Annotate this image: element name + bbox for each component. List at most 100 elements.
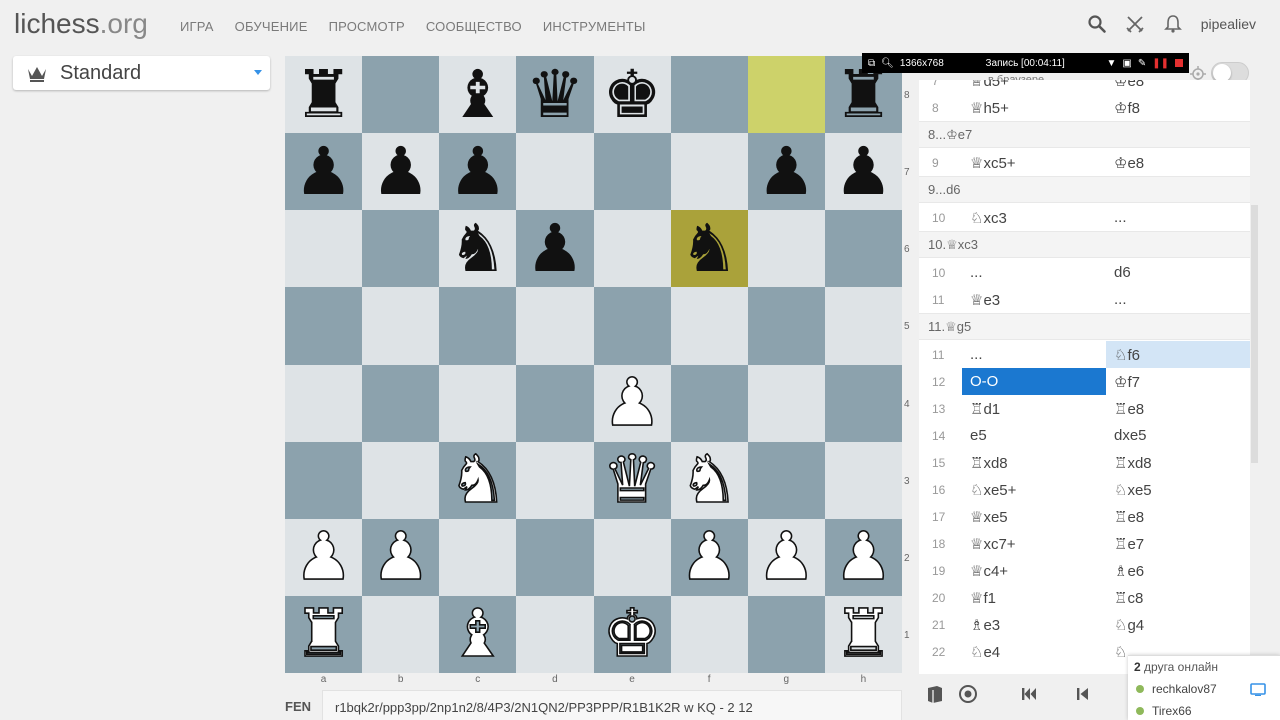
black-pawn-piece[interactable]: ♟ <box>294 138 353 205</box>
white-move[interactable]: ♕c4+ <box>962 557 1106 584</box>
black-move[interactable]: ♔f8 <box>1106 94 1250 121</box>
pause-icon[interactable]: ❚❚ <box>1152 58 1169 69</box>
book-icon[interactable] <box>925 684 945 704</box>
crossed-swords-icon[interactable] <box>1125 14 1145 34</box>
black-move[interactable]: ♘g4 <box>1106 611 1250 638</box>
black-knight-piece[interactable]: ♞ <box>448 215 507 282</box>
square-h2[interactable]: ♟ <box>824 518 902 596</box>
black-pawn-piece[interactable]: ♟ <box>371 138 430 205</box>
white-pawn-piece[interactable]: ♟ <box>833 523 894 591</box>
nav-item-learn[interactable]: ОБУЧЕНИЕ <box>235 19 308 34</box>
prev-move-icon[interactable] <box>1073 684 1093 704</box>
square-b2[interactable]: ♟ <box>362 518 440 596</box>
friend-item[interactable]: Tirex66 <box>1136 704 1192 718</box>
white-rook-piece[interactable]: ♜ <box>293 600 354 668</box>
square-h7[interactable]: ♟ <box>824 133 902 211</box>
square-b5[interactable] <box>362 287 440 365</box>
black-move[interactable]: ♖c8 <box>1106 584 1250 611</box>
square-g6[interactable] <box>747 210 825 288</box>
site-logo[interactable]: lichess.org <box>14 8 148 40</box>
white-move[interactable]: ♘xe5+ <box>962 476 1106 503</box>
white-move[interactable]: ♕d5+ <box>962 80 1106 94</box>
white-move[interactable]: ♗e3 <box>962 611 1106 638</box>
square-d5[interactable] <box>516 287 594 365</box>
square-f3[interactable]: ♞ <box>670 441 748 519</box>
square-a7[interactable]: ♟ <box>285 133 363 211</box>
move-variation-line[interactable]: 9...d6 <box>919 176 1250 203</box>
nav-item-watch[interactable]: ПРОСМОТР <box>329 19 405 34</box>
stop-icon[interactable] <box>1175 59 1184 67</box>
pen-icon[interactable]: ✎ <box>1138 58 1146 69</box>
square-e7[interactable] <box>593 133 671 211</box>
white-pawn-piece[interactable]: ♟ <box>679 523 740 591</box>
black-move[interactable]: ♖e7 <box>1106 530 1250 557</box>
move-variation-line[interactable]: 8...♔e7 <box>919 121 1250 148</box>
square-c2[interactable] <box>439 518 517 596</box>
square-c6[interactable]: ♞ <box>439 210 517 288</box>
black-pawn-piece[interactable]: ♟ <box>525 215 584 282</box>
white-bishop-piece[interactable]: ♝ <box>447 600 508 668</box>
square-a1[interactable]: ♜ <box>285 595 363 673</box>
square-e2[interactable] <box>593 518 671 596</box>
white-knight-piece[interactable]: ♞ <box>679 446 740 514</box>
black-move[interactable]: dxe5 <box>1106 422 1250 449</box>
square-e8[interactable]: ♚ <box>593 56 671 134</box>
nav-item-tools[interactable]: ИНСТРУМЕНТЫ <box>543 19 646 34</box>
white-move[interactable]: ♘xc3 <box>962 204 1106 231</box>
friend-item[interactable]: rechkalov87 <box>1136 682 1217 696</box>
square-d2[interactable] <box>516 518 594 596</box>
square-a3[interactable] <box>285 441 363 519</box>
move-list-scrollbar[interactable] <box>1251 205 1258 463</box>
square-b1[interactable] <box>362 595 440 673</box>
square-c1[interactable]: ♝ <box>439 595 517 673</box>
square-d4[interactable] <box>516 364 594 442</box>
zoom-icon[interactable]: 🔍︎ <box>881 58 894 69</box>
square-f5[interactable] <box>670 287 748 365</box>
target-icon[interactable] <box>958 684 978 704</box>
fen-input[interactable]: r1bqk2r/ppp3pp/2np1n2/8/4P3/2N1QN2/PP3PP… <box>322 690 902 720</box>
black-bishop-piece[interactable]: ♝ <box>448 61 507 128</box>
user-menu[interactable]: pipealiev <box>1201 16 1256 32</box>
square-c5[interactable] <box>439 287 517 365</box>
square-g3[interactable] <box>747 441 825 519</box>
square-g4[interactable] <box>747 364 825 442</box>
black-move[interactable]: ♘f6 <box>1106 341 1250 368</box>
square-h1[interactable]: ♜ <box>824 595 902 673</box>
square-g7[interactable]: ♟ <box>747 133 825 211</box>
white-move[interactable]: ♖d1 <box>962 395 1106 422</box>
black-move[interactable]: ♔e8 <box>1106 149 1250 176</box>
nav-item-play[interactable]: ИГРА <box>180 19 214 34</box>
move-variation-line[interactable]: 11.♕g5 <box>919 313 1250 340</box>
square-b4[interactable] <box>362 364 440 442</box>
white-move[interactable]: ♖xd8 <box>962 449 1106 476</box>
square-d7[interactable] <box>516 133 594 211</box>
white-move[interactable]: ♘e4 <box>962 638 1106 665</box>
white-move[interactable]: ... <box>962 341 1106 368</box>
square-c8[interactable]: ♝ <box>439 56 517 134</box>
square-b7[interactable]: ♟ <box>362 133 440 211</box>
square-a2[interactable]: ♟ <box>285 518 363 596</box>
white-knight-piece[interactable]: ♞ <box>447 446 508 514</box>
white-move[interactable]: O-O <box>962 368 1106 395</box>
first-move-icon[interactable] <box>1019 684 1039 704</box>
white-move[interactable]: e5 <box>962 422 1106 449</box>
square-h6[interactable] <box>824 210 902 288</box>
black-move[interactable]: ♗e6 <box>1106 557 1250 584</box>
square-b8[interactable] <box>362 56 440 134</box>
black-move[interactable]: ♔e8 <box>1106 80 1250 94</box>
black-queen-piece[interactable]: ♛ <box>525 61 584 128</box>
black-move[interactable]: ♖e8 <box>1106 395 1250 422</box>
search-icon[interactable] <box>1087 14 1107 34</box>
square-g2[interactable]: ♟ <box>747 518 825 596</box>
square-f8[interactable] <box>670 56 748 134</box>
square-g1[interactable] <box>747 595 825 673</box>
square-f2[interactable]: ♟ <box>670 518 748 596</box>
square-c7[interactable]: ♟ <box>439 133 517 211</box>
square-c4[interactable] <box>439 364 517 442</box>
square-b6[interactable] <box>362 210 440 288</box>
square-h3[interactable] <box>824 441 902 519</box>
square-g8[interactable] <box>747 56 825 134</box>
window-icon[interactable]: ⧉ <box>868 58 875 69</box>
square-f4[interactable] <box>670 364 748 442</box>
white-move[interactable]: ♕h5+ <box>962 94 1106 121</box>
